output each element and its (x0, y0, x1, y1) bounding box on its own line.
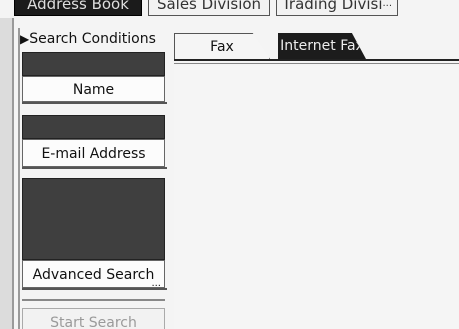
tab-label: Sales Division (156, 0, 262, 13)
name-button-label: Name (72, 82, 115, 98)
triangle-right-icon: ▶ (20, 32, 30, 46)
tab-underline (174, 59, 459, 61)
advanced-value-field (22, 178, 165, 260)
search-conditions-label: Search Conditions (29, 31, 156, 47)
email-address-button[interactable]: E-mail Address (22, 139, 167, 169)
tab-internet-fax-label: Internet Fax (280, 38, 364, 54)
tab-label: Trading Divisi (281, 0, 383, 13)
left-border (0, 18, 14, 329)
advanced-button-label: Advanced Search (32, 267, 155, 283)
name-button[interactable]: Name (22, 76, 167, 104)
email-button-label: E-mail Address (41, 146, 146, 162)
search-conditions-title: ▶Search Conditions (20, 30, 156, 48)
tab-fax-label: Fax (210, 39, 234, 55)
tab-internet-fax[interactable]: Internet Fax (278, 33, 366, 59)
left-divider (18, 28, 20, 329)
tab-address-book[interactable]: Address Book (14, 0, 142, 16)
tab-label: Address Book (27, 0, 129, 13)
screen: Address Book Sales Division Trading Divi… (0, 0, 459, 329)
start-search-label: Start Search (50, 315, 137, 329)
tab-sales-division[interactable]: Sales Division (148, 0, 270, 16)
start-search-button[interactable]: Start Search (22, 308, 165, 329)
address-book-tabs: Address Book Sales Division Trading Divi… (0, 0, 459, 18)
advanced-search-button[interactable]: Advanced Search ... (22, 260, 167, 290)
tab-trading-division[interactable]: Trading Divisi... (276, 0, 398, 16)
name-value-field (22, 52, 165, 76)
more-options-icon: ... (151, 278, 161, 289)
button-divider (22, 299, 165, 301)
destination-list-area (174, 66, 459, 329)
email-value-field (22, 115, 165, 139)
ellipsis: ... (382, 0, 393, 9)
tab-fax[interactable]: Fax (174, 33, 270, 59)
tab-underline-secondary (174, 63, 459, 64)
destination-type-tabs: Fax Internet Fax (174, 33, 459, 59)
